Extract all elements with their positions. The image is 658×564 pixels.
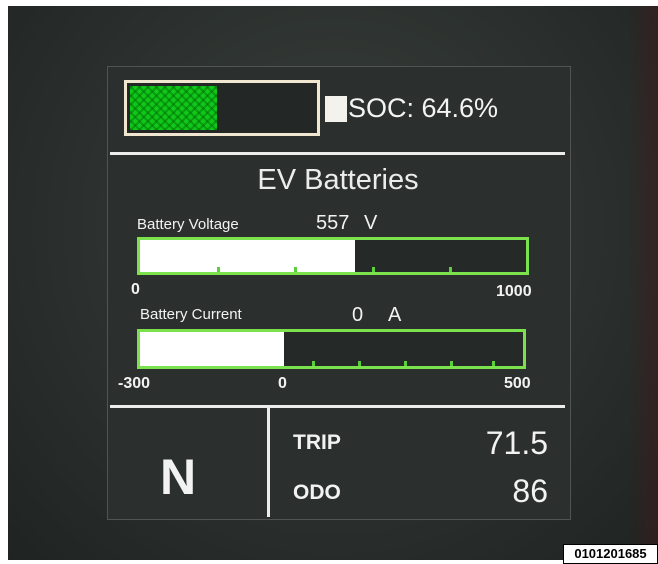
current-min-label: -300 [118,375,151,392]
current-bar-tick [358,361,361,366]
voltage-bar-tick [294,267,297,272]
battery-terminal-icon [325,96,347,122]
current-bar-tick [404,361,407,366]
header-divider [110,152,565,155]
current-value: 0 [352,304,364,326]
current-bar-tick [450,361,453,366]
current-bar-tick [492,361,495,366]
soc-battery-gauge [124,80,320,136]
gear-indicator: N [160,449,197,505]
voltage-bar-tick [217,267,220,272]
voltage-min-label: 0 [131,281,140,298]
gear-divider [267,407,270,517]
section-title: EV Batteries [257,164,419,196]
current-unit: A [388,304,402,326]
current-zero-label: 0 [278,375,287,392]
voltage-label: Battery Voltage [137,216,239,233]
soc-battery-fill [130,86,217,130]
voltage-value: 557 [316,212,350,234]
voltage-bar-tick [449,267,452,272]
trip-value: 71.5 [485,425,548,461]
trip-label: TRIP [293,431,341,454]
odo-value: 86 [512,473,548,509]
soc-readout: SOC: 64.6% [348,93,499,123]
voltage-unit: V [364,212,378,234]
current-max-label: 500 [504,375,531,392]
voltage-bar-tick [372,267,375,272]
voltage-max-label: 1000 [496,283,532,300]
footer-divider [110,405,565,408]
reference-code: 0101201685 [563,544,658,564]
voltage-bar-fill [140,240,355,272]
current-label: Battery Current [140,306,242,323]
current-bar-fill [140,332,284,366]
voltage-bar [137,237,529,275]
odo-label: ODO [293,481,341,504]
current-bar-tick [312,361,315,366]
current-bar [137,329,526,369]
